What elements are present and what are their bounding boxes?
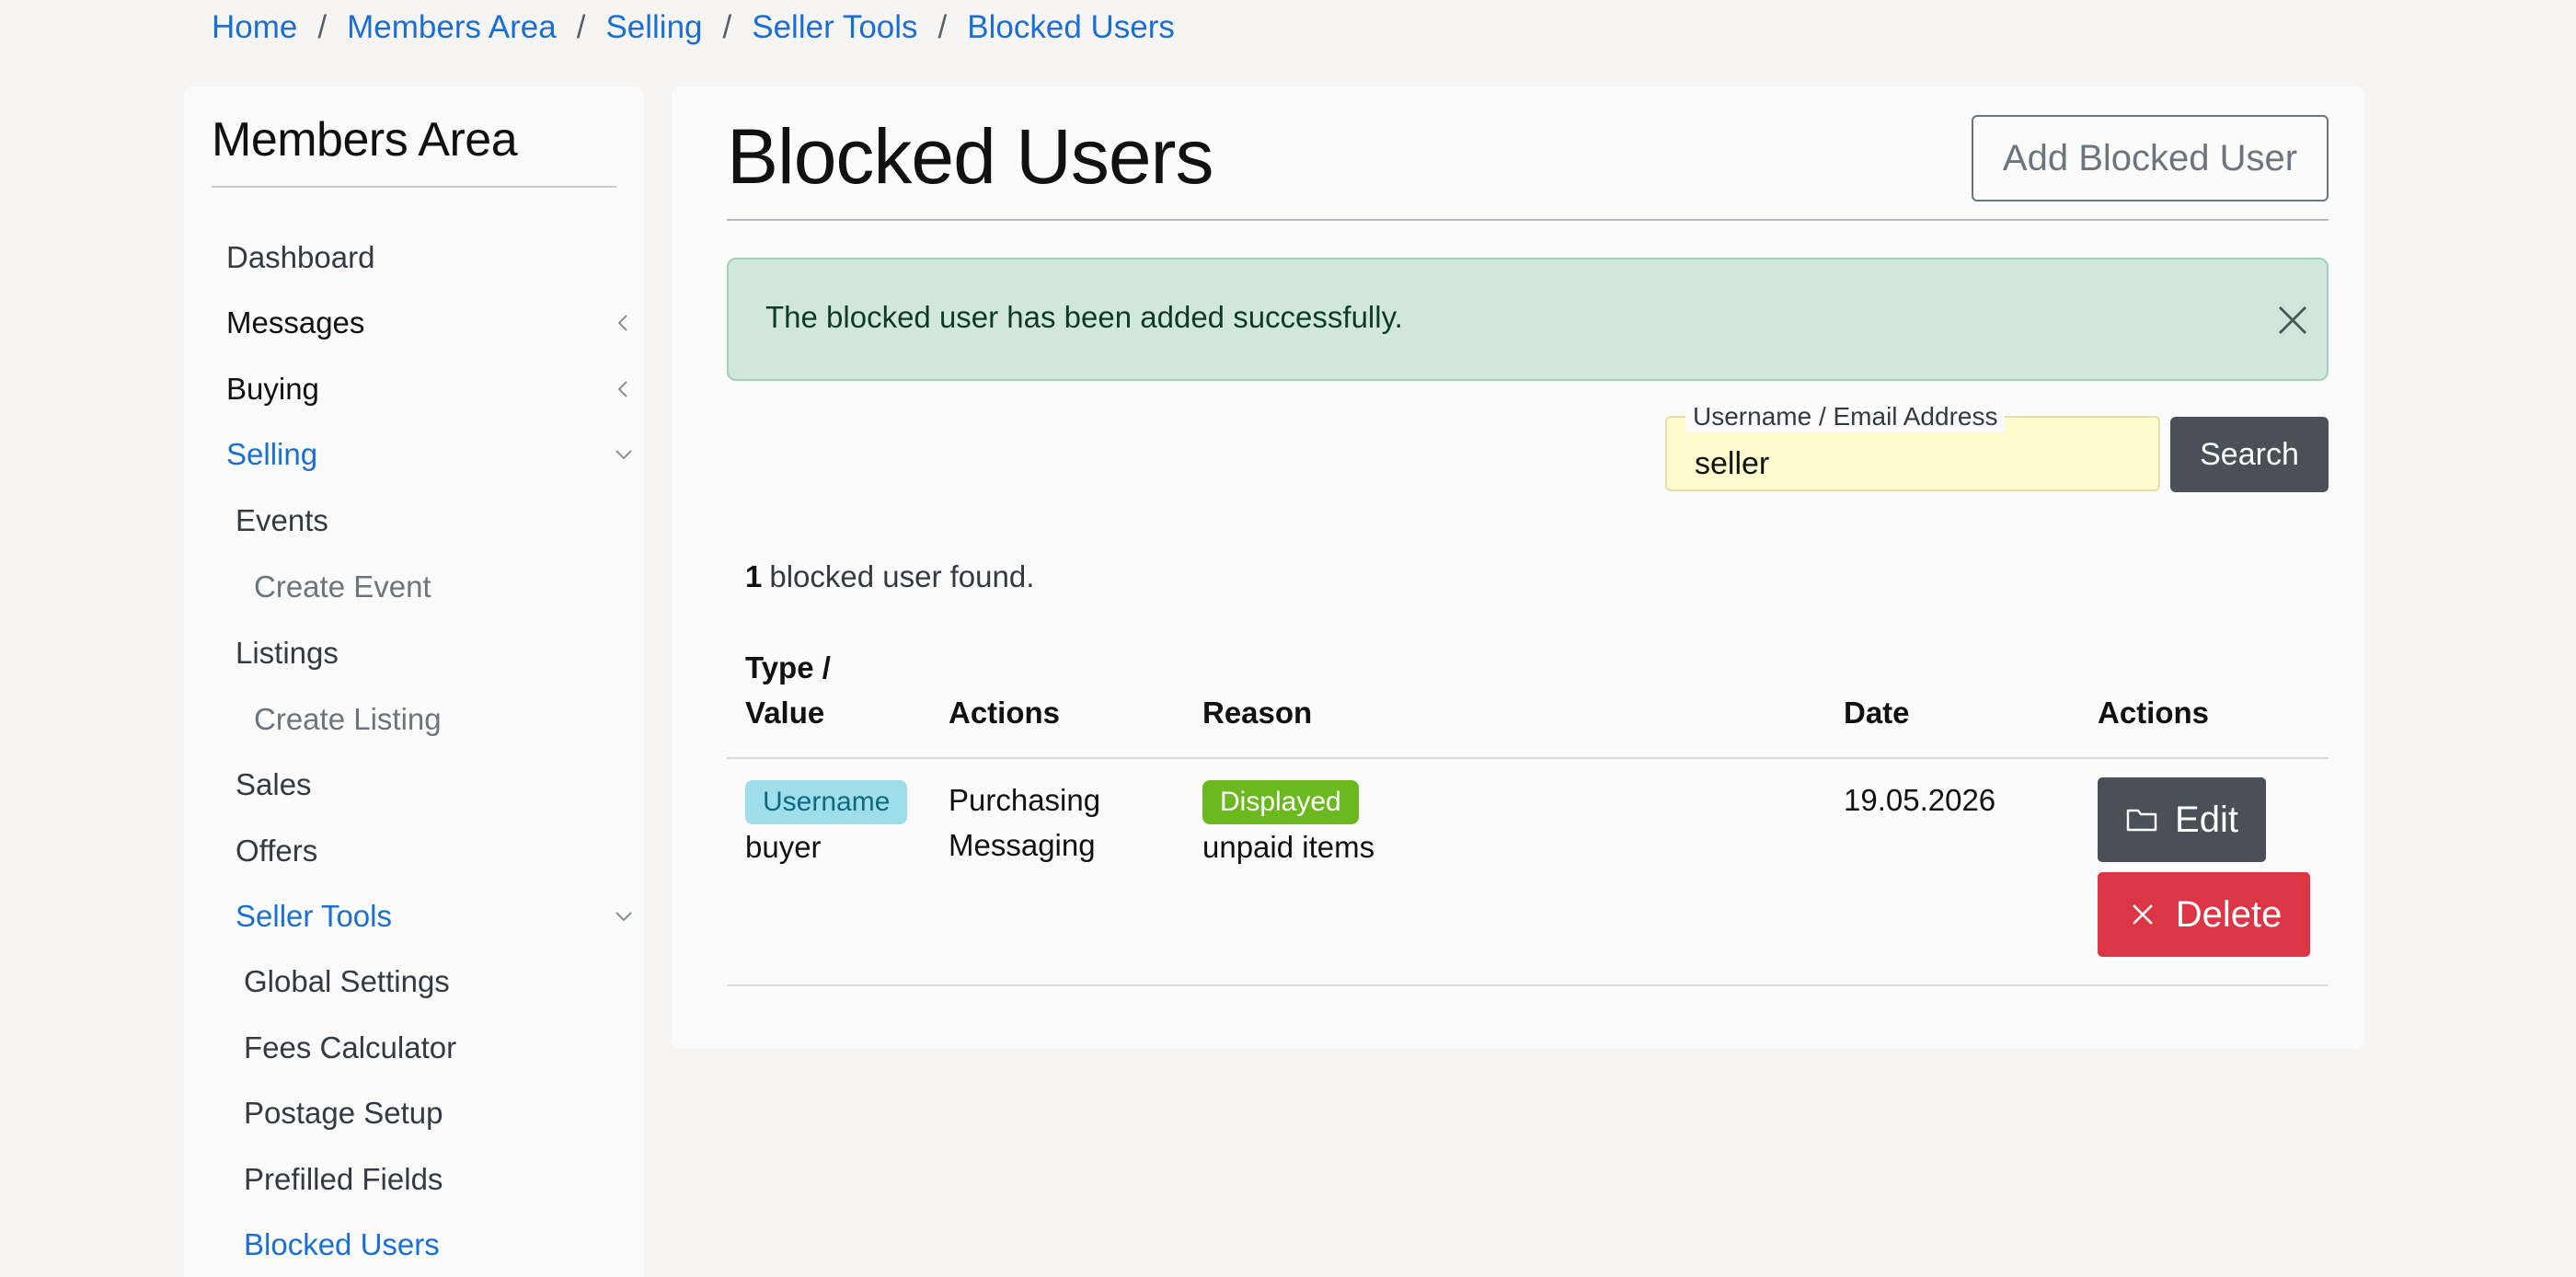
sidebar-title: Members Area bbox=[212, 113, 518, 167]
success-alert: The blocked user has been added successf… bbox=[727, 258, 2329, 381]
sidebar-divider bbox=[212, 186, 616, 188]
sidebar-item-label: Sales bbox=[236, 767, 312, 801]
breadcrumb-seller-tools[interactable]: Seller Tools bbox=[752, 7, 917, 48]
sidebar-item-offers[interactable]: Offers bbox=[236, 831, 317, 871]
search-label: Username / Email Address bbox=[1685, 401, 2006, 432]
sidebar-item-create-listing[interactable]: Create Listing bbox=[254, 699, 442, 740]
chevron-down-icon bbox=[613, 443, 635, 466]
column-header-type-value: Type / Value bbox=[745, 645, 831, 735]
sidebar: Members Area Dashboard Messages Buying S… bbox=[184, 86, 644, 1277]
blocked-value: buyer bbox=[745, 830, 822, 864]
sidebar-item-label: Fees Calculator bbox=[244, 1030, 457, 1064]
breadcrumb-home[interactable]: Home bbox=[212, 7, 297, 48]
blocked-action: Messaging bbox=[949, 828, 1096, 862]
sidebar-item-blocked-users[interactable]: Blocked Users bbox=[244, 1225, 440, 1265]
sidebar-item-label: Create Event bbox=[254, 569, 431, 604]
table-row-actions-cell: Purchasing Messaging bbox=[949, 777, 1100, 868]
main-panel: Blocked Users Add Blocked User The block… bbox=[672, 86, 2364, 1049]
breadcrumb-selling[interactable]: Selling bbox=[605, 7, 702, 48]
reason-badge: Displayed bbox=[1202, 780, 1359, 824]
sidebar-item-dashboard[interactable]: Dashboard bbox=[226, 237, 374, 278]
column-header-value: Value bbox=[745, 696, 825, 730]
close-icon[interactable] bbox=[2274, 302, 2311, 339]
sidebar-item-postage-setup[interactable]: Postage Setup bbox=[244, 1093, 443, 1133]
table-bottom-divider bbox=[727, 984, 2329, 986]
chevron-left-icon bbox=[613, 378, 635, 400]
breadcrumb-separator: / bbox=[937, 9, 948, 45]
sidebar-item-sales[interactable]: Sales bbox=[236, 765, 312, 805]
table-row-type-cell: Username buyer bbox=[745, 777, 908, 869]
breadcrumb-blocked-users[interactable]: Blocked Users bbox=[967, 7, 1175, 48]
search-field: Username / Email Address bbox=[1665, 401, 2160, 491]
blocked-action: Purchasing bbox=[949, 783, 1101, 817]
column-header-reason: Reason bbox=[1202, 696, 1313, 730]
sidebar-item-fees-calculator[interactable]: Fees Calculator bbox=[244, 1028, 456, 1068]
edit-button[interactable]: Edit bbox=[2098, 777, 2266, 862]
chevron-left-icon bbox=[613, 312, 635, 334]
type-badge: Username bbox=[745, 780, 908, 824]
breadcrumb: Home / Members Area / Selling / Seller T… bbox=[212, 7, 1175, 48]
edit-button-label: Edit bbox=[2175, 799, 2238, 840]
result-count-number: 1 bbox=[745, 559, 763, 593]
result-count: 1 blocked user found. bbox=[745, 559, 1034, 594]
title-divider bbox=[727, 219, 2329, 221]
column-header-row-actions: Actions bbox=[2098, 696, 2210, 730]
reason-text: unpaid items bbox=[1202, 830, 1375, 864]
sidebar-item-label: Dashboard bbox=[226, 240, 375, 274]
sidebar-item-seller-tools[interactable]: Seller Tools bbox=[236, 896, 632, 937]
sidebar-item-messages[interactable]: Messages bbox=[226, 303, 627, 343]
add-blocked-user-button[interactable]: Add Blocked User bbox=[1972, 115, 2329, 201]
column-header-date: Date bbox=[1844, 696, 1910, 730]
table-header-divider bbox=[727, 757, 2329, 759]
sidebar-item-label: Blocked Users bbox=[244, 1227, 440, 1261]
sidebar-item-label: Events bbox=[236, 503, 328, 537]
sidebar-item-label: Offers bbox=[236, 834, 318, 868]
delete-button-label: Delete bbox=[2175, 893, 2283, 935]
search-button[interactable]: Search bbox=[2170, 417, 2329, 492]
result-count-text: blocked user found. bbox=[769, 559, 1035, 593]
sidebar-item-label: Listings bbox=[236, 636, 339, 670]
sidebar-item-label: Messages bbox=[226, 305, 365, 339]
folder-icon bbox=[2125, 803, 2158, 836]
breadcrumb-separator: / bbox=[576, 9, 586, 45]
sidebar-item-label: Create Listing bbox=[254, 702, 442, 736]
table-row-reason-cell: Displayed unpaid items bbox=[1202, 777, 1374, 869]
sidebar-item-events[interactable]: Events bbox=[236, 500, 328, 541]
sidebar-item-label: Prefilled Fields bbox=[244, 1162, 443, 1196]
sidebar-item-prefilled-fields[interactable]: Prefilled Fields bbox=[244, 1159, 443, 1200]
sidebar-item-buying[interactable]: Buying bbox=[226, 369, 627, 409]
breadcrumb-separator: / bbox=[722, 9, 732, 45]
column-header-type: Type / bbox=[745, 650, 831, 685]
sidebar-item-label: Buying bbox=[226, 372, 319, 406]
close-icon bbox=[2126, 898, 2159, 931]
sidebar-item-label: Postage Setup bbox=[244, 1096, 443, 1130]
column-header-actions: Actions bbox=[949, 696, 1061, 730]
page-title: Blocked Users bbox=[727, 113, 1214, 200]
table-row-date: 19.05.2026 bbox=[1844, 783, 1996, 817]
sidebar-item-listings[interactable]: Listings bbox=[236, 633, 339, 673]
sidebar-item-create-event[interactable]: Create Event bbox=[254, 567, 431, 607]
sidebar-item-selling[interactable]: Selling bbox=[226, 434, 632, 475]
sidebar-item-label: Selling bbox=[226, 437, 318, 471]
breadcrumb-separator: / bbox=[317, 9, 328, 45]
sidebar-item-label: Global Settings bbox=[244, 964, 450, 998]
alert-message: The blocked user has been added successf… bbox=[765, 300, 1403, 334]
chevron-down-icon bbox=[613, 905, 635, 927]
delete-button[interactable]: Delete bbox=[2098, 872, 2310, 957]
sidebar-item-global-settings[interactable]: Global Settings bbox=[244, 961, 450, 1002]
breadcrumb-members-area[interactable]: Members Area bbox=[347, 7, 557, 48]
sidebar-item-label: Seller Tools bbox=[236, 899, 392, 933]
